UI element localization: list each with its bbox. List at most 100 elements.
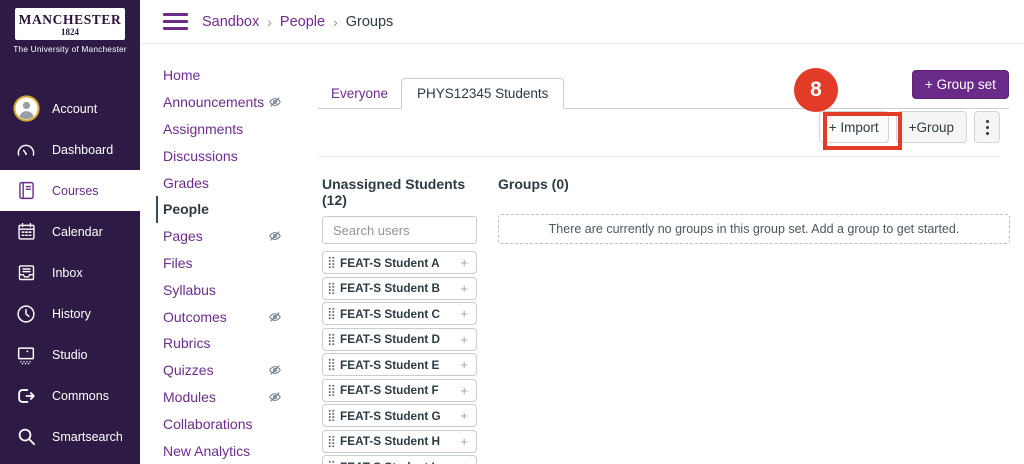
drag-handle-icon[interactable] [328, 333, 335, 346]
course-nav-syllabus[interactable]: Syllabus [140, 276, 310, 303]
student-name: FEAT-S Student C [340, 307, 455, 321]
dashboard-icon [12, 139, 40, 161]
course-nav-announcements[interactable]: Announcements [140, 89, 310, 116]
hidden-eye-icon [268, 229, 282, 243]
course-nav-pages[interactable]: Pages [140, 223, 310, 250]
drag-handle-icon[interactable] [328, 358, 335, 371]
breadcrumb-separator: › [333, 14, 338, 30]
course-nav-new-analytics[interactable]: New Analytics [140, 437, 310, 464]
courses-icon [12, 180, 40, 201]
drag-handle-icon[interactable] [328, 307, 335, 320]
course-nav-discussions[interactable]: Discussions [140, 142, 310, 169]
tab-strip: Everyone PHYS12345 Students [318, 78, 1009, 109]
kebab-icon [986, 126, 989, 129]
student-card[interactable]: FEAT-S Student F + [322, 379, 477, 402]
student-name: FEAT-S Student A [340, 256, 455, 270]
breadcrumb-sandbox[interactable]: Sandbox [202, 14, 259, 30]
add-to-group-icon[interactable]: + [460, 460, 468, 464]
drag-handle-icon[interactable] [328, 256, 335, 269]
sidebar-item-inbox[interactable]: Inbox [0, 252, 140, 293]
student-card[interactable]: FEAT-S Student B + [322, 277, 477, 300]
student-card[interactable]: FEAT-S Student G + [322, 404, 477, 427]
commons-arrow-icon [12, 385, 40, 407]
hidden-eye-icon [268, 363, 282, 377]
course-nav-files[interactable]: Files [140, 250, 310, 277]
course-nav-collaborations[interactable]: Collaborations [140, 410, 310, 437]
student-name: FEAT-S Student F [340, 383, 455, 397]
student-name: FEAT-S Student G [340, 409, 455, 423]
sidebar-item-calendar[interactable]: Calendar [0, 211, 140, 252]
groups-heading: Groups (0) [498, 176, 1010, 192]
university-logo[interactable]: MANCHESTER 1824 The University of Manche… [0, 0, 140, 54]
add-to-group-icon[interactable]: + [460, 282, 468, 295]
student-card[interactable]: FEAT-S Student C + [322, 302, 477, 325]
add-to-group-icon[interactable]: + [460, 333, 468, 346]
calendar-icon [12, 221, 40, 242]
sidebar-item-label: Courses [52, 184, 99, 198]
student-list: FEAT-S Student A + FEAT-S Student B + FE… [322, 251, 477, 464]
hamburger-menu-icon[interactable] [163, 13, 188, 30]
sidebar-item-dashboard[interactable]: Dashboard [0, 129, 140, 170]
sidebar-item-label: History [52, 307, 91, 321]
student-card[interactable]: FEAT-S Student H + [322, 430, 477, 453]
logo-title: MANCHESTER [15, 12, 125, 28]
add-to-group-icon[interactable]: + [460, 435, 468, 448]
global-sidebar: MANCHESTER 1824 The University of Manche… [0, 0, 140, 464]
sidebar-item-studio[interactable]: Studio [0, 334, 140, 375]
course-nav-quizzes[interactable]: Quizzes [140, 357, 310, 384]
sidebar-item-courses[interactable]: Courses [0, 170, 140, 211]
search-icon [12, 426, 40, 447]
sidebar-item-history[interactable]: History [0, 293, 140, 334]
course-nav-grades[interactable]: Grades [140, 169, 310, 196]
sidebar-item-commons[interactable]: Commons [0, 375, 140, 416]
drag-handle-icon[interactable] [328, 435, 335, 448]
breadcrumb: Sandbox › People › Groups [202, 14, 393, 30]
drag-handle-icon[interactable] [328, 409, 335, 422]
student-card[interactable]: FEAT-S Student E + [322, 353, 477, 376]
add-group-button[interactable]: +Group [896, 111, 967, 143]
student-card[interactable]: FEAT-S Student A + [322, 251, 477, 274]
hidden-eye-icon [268, 390, 282, 404]
tab-phys12345-students[interactable]: PHYS12345 Students [401, 78, 564, 109]
course-nav: Home Announcements Assignments Discussio… [140, 62, 310, 464]
student-card[interactable]: FEAT-S Student D + [322, 328, 477, 351]
logo-year: 1824 [15, 27, 125, 37]
sidebar-item-label: Commons [52, 389, 109, 403]
university-logo-box: MANCHESTER 1824 [15, 8, 125, 40]
course-nav-home[interactable]: Home [140, 62, 310, 89]
tab-everyone[interactable]: Everyone [318, 78, 401, 108]
search-users-input[interactable] [322, 216, 477, 244]
groups-panel: Groups (0) There are currently no groups… [498, 176, 1010, 244]
sidebar-item-account[interactable]: Account [0, 88, 140, 129]
student-name: FEAT-S Student D [340, 332, 455, 346]
student-name: FEAT-S Student E [340, 358, 455, 372]
sidebar-item-label: Dashboard [52, 143, 113, 157]
annotation-step-badge: 8 [794, 68, 838, 112]
course-nav-rubrics[interactable]: Rubrics [140, 330, 310, 357]
drag-handle-icon[interactable] [328, 384, 335, 397]
drag-handle-icon[interactable] [328, 282, 335, 295]
sidebar-item-smartsearch[interactable]: Smartsearch [0, 416, 140, 457]
course-nav-assignments[interactable]: Assignments [140, 116, 310, 143]
course-nav-outcomes[interactable]: Outcomes [140, 303, 310, 330]
add-to-group-icon[interactable]: + [460, 409, 468, 422]
add-to-group-icon[interactable]: + [460, 384, 468, 397]
sidebar-item-label: Account [52, 102, 97, 116]
breadcrumb-groups: Groups [346, 14, 394, 30]
drag-handle-icon[interactable] [328, 460, 335, 464]
unassigned-students-panel: Unassigned Students (12) FEAT-S Student … [322, 176, 477, 464]
kebab-menu-button[interactable] [974, 111, 1000, 143]
hidden-eye-icon [268, 95, 282, 109]
sidebar-item-label: Smartsearch [52, 430, 123, 444]
annotation-highlight-box [823, 112, 902, 150]
course-nav-modules[interactable]: Modules [140, 384, 310, 411]
groups-empty-message: There are currently no groups in this gr… [549, 222, 960, 236]
add-to-group-icon[interactable]: + [460, 307, 468, 320]
course-nav-people[interactable]: People [156, 196, 310, 223]
breadcrumb-people[interactable]: People [280, 14, 325, 30]
add-to-group-icon[interactable]: + [460, 256, 468, 269]
inbox-icon [12, 262, 40, 283]
sidebar-item-label: Studio [52, 348, 87, 362]
add-to-group-icon[interactable]: + [460, 358, 468, 371]
student-card[interactable]: FEAT-S Student I + [322, 455, 477, 464]
